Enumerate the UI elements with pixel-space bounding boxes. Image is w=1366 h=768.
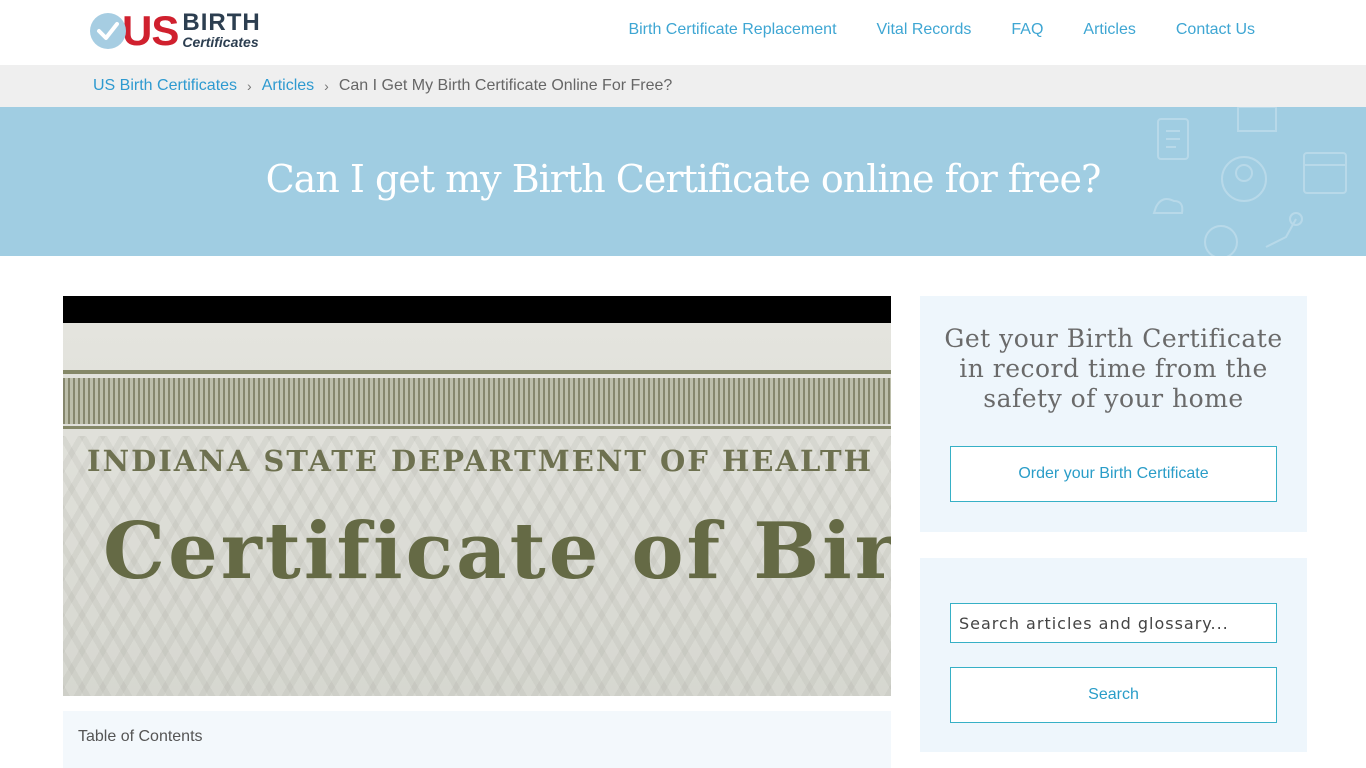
logo-certificates-text: Certificates	[182, 34, 259, 50]
nav-contact-us[interactable]: Contact Us	[1176, 21, 1255, 39]
page-title: Can I get my Birth Certificate online fo…	[265, 157, 1102, 201]
toc-label: Table of Contents	[78, 728, 203, 745]
nav-faq[interactable]: FAQ	[1011, 21, 1043, 39]
nav-birth-certificate-replacement[interactable]: Birth Certificate Replacement	[628, 21, 836, 39]
image-caption-certificate: Certificate of Birth	[103, 506, 891, 597]
search-panel: Search	[920, 558, 1307, 752]
nav-articles[interactable]: Articles	[1083, 21, 1135, 39]
breadcrumb-separator: ›	[247, 78, 252, 94]
site-header: US BIRTH Certificates Birth Certificate …	[0, 0, 1366, 65]
main-nav: Birth Certificate Replacement Vital Reco…	[628, 21, 1255, 39]
search-input[interactable]	[950, 603, 1277, 643]
breadcrumb-current: Can I Get My Birth Certificate Online Fo…	[338, 77, 673, 94]
logo-us-text: US	[122, 7, 179, 54]
page-hero: Can I get my Birth Certificate online fo…	[0, 107, 1366, 256]
order-birth-certificate-button[interactable]: Order your Birth Certificate	[950, 446, 1277, 502]
article-featured-image: INDIANA STATE DEPARTMENT OF HEALTH Certi…	[63, 296, 891, 696]
order-cta-panel: Get your Birth Certificate in record tim…	[920, 296, 1307, 532]
checkmark-icon	[90, 13, 126, 49]
breadcrumb: US Birth Certificates › Articles › Can I…	[0, 65, 1366, 107]
nav-vital-records[interactable]: Vital Records	[877, 21, 972, 39]
logo-birth-text: BIRTH	[182, 9, 261, 36]
breadcrumb-separator: ›	[324, 78, 329, 94]
breadcrumb-home[interactable]: US Birth Certificates	[93, 77, 237, 95]
site-logo[interactable]: US BIRTH Certificates	[90, 7, 261, 54]
breadcrumb-articles[interactable]: Articles	[262, 77, 314, 95]
image-caption-department: INDIANA STATE DEPARTMENT OF HEALTH	[87, 444, 873, 478]
cta-text: Get your Birth Certificate in record tim…	[944, 324, 1283, 413]
table-of-contents[interactable]: Table of Contents	[63, 711, 891, 768]
search-button[interactable]: Search	[950, 667, 1277, 723]
